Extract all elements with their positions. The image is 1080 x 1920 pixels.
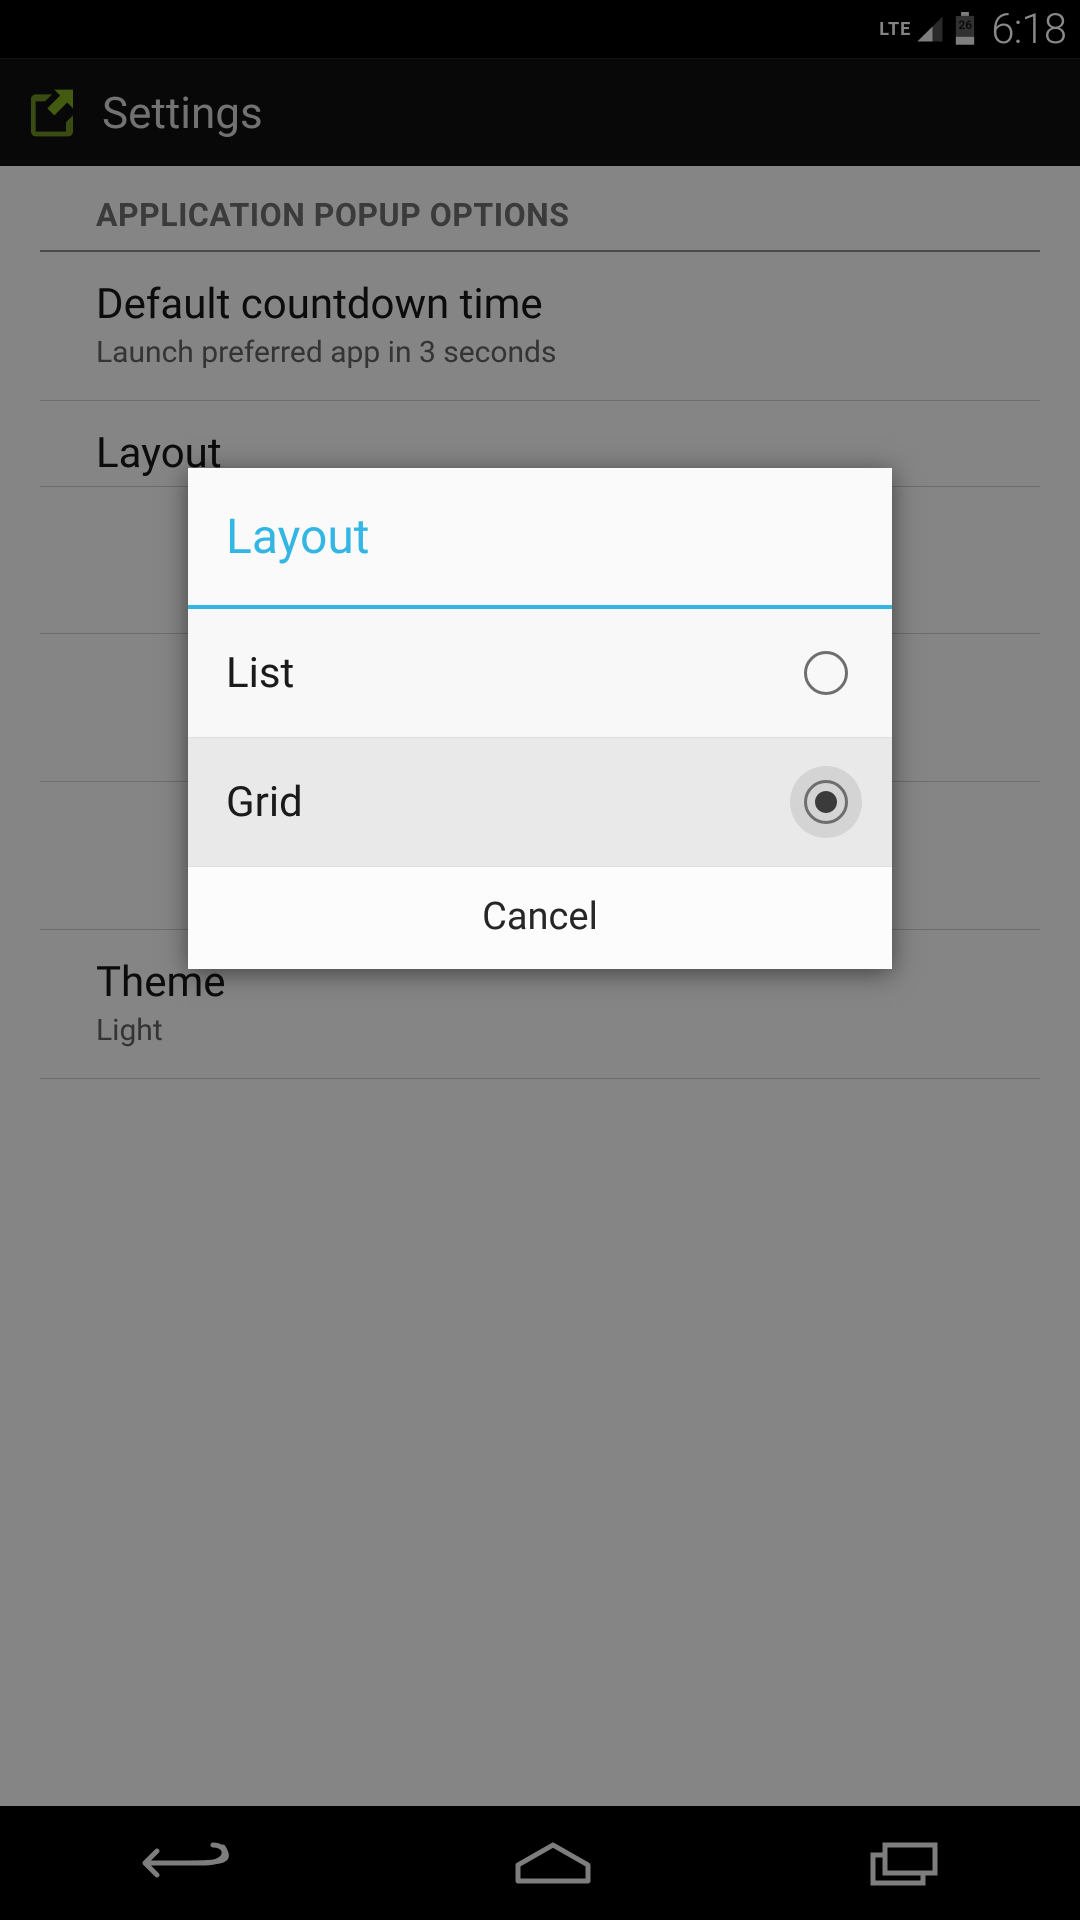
dialog-option-grid[interactable]: Grid — [188, 738, 892, 867]
modal-scrim[interactable]: Layout List Grid Cancel — [0, 0, 1080, 1920]
radio-icon — [790, 637, 862, 709]
dialog-title: Layout — [188, 468, 892, 609]
dialog-option-list[interactable]: List — [188, 609, 892, 738]
layout-dialog: Layout List Grid Cancel — [188, 468, 892, 969]
option-label: List — [226, 649, 294, 698]
option-label: Grid — [226, 778, 303, 827]
radio-icon — [790, 766, 862, 838]
cancel-button[interactable]: Cancel — [188, 867, 892, 969]
